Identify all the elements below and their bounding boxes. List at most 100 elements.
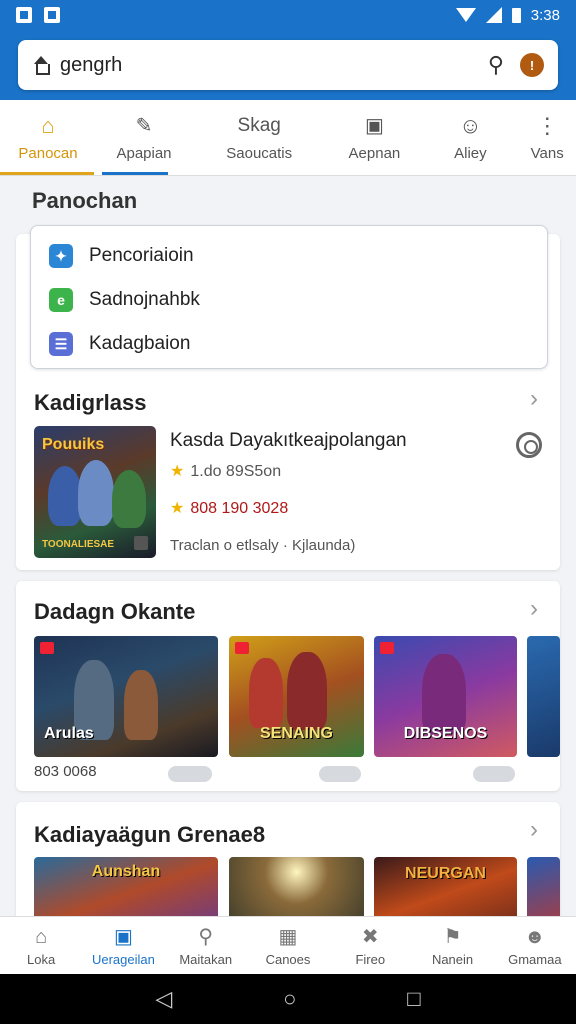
- nav-label: Gmamaa: [508, 951, 562, 967]
- tab-saoucatis[interactable]: Skag Saoucatis: [192, 100, 326, 175]
- tab-aliey[interactable]: ☺ Aliey: [422, 100, 518, 175]
- character-figure: [287, 652, 327, 730]
- row-card: Kadiayaägun Grenae8 › Aunshan NEURGAN: [16, 802, 560, 932]
- nav-label: Canoes: [265, 951, 311, 967]
- more-vert-icon: ⋮: [536, 113, 559, 138]
- row-title: Kadiayaägun Grenae8: [34, 822, 266, 847]
- game-tile[interactable]: DIBSENOS: [374, 636, 517, 757]
- tab-label: Apapian: [116, 145, 172, 162]
- tab-label: Saoucatis: [226, 145, 293, 162]
- tab-apapian[interactable]: ✎ Apapian: [96, 100, 192, 175]
- grid-icon: ▦: [278, 925, 298, 948]
- star-icon: ★: [170, 500, 185, 517]
- chevron-right-icon[interactable]: ›: [530, 816, 538, 844]
- home-outline-icon[interactable]: [32, 56, 50, 75]
- person-icon: ☻: [524, 925, 546, 948]
- game-title: NEURGAN: [405, 865, 486, 882]
- character-figure: [78, 460, 114, 526]
- character-figure: [48, 466, 82, 526]
- featured-image-caption: TOONALIESAE: [42, 539, 115, 550]
- status-time: 3:38: [530, 6, 560, 24]
- game-title: Arulas: [44, 725, 94, 742]
- tab-aepnan[interactable]: ▣ Aepnan: [326, 100, 422, 175]
- recents-icon[interactable]: □: [407, 986, 420, 1012]
- square-icon: ▣: [364, 115, 384, 137]
- nav-loka[interactable]: ⌂ Loka: [0, 917, 82, 974]
- menu-item-kadagbaion[interactable]: ☰ Kadagbaion: [31, 322, 547, 366]
- tab-label: Vans: [530, 145, 564, 162]
- tab-label: Panocan: [18, 145, 78, 162]
- system-nav: ◁ ○ □: [0, 974, 576, 1024]
- tag-icon: [235, 642, 249, 654]
- pill-indicator: [473, 766, 515, 782]
- row-value: 803 0068: [34, 763, 97, 780]
- nav-gmamaa[interactable]: ☻ Gmamaa: [494, 917, 576, 974]
- menu-item-sadnojnahbk[interactable]: e Sadnojnahbk: [31, 278, 547, 322]
- featured-name[interactable]: Kasda Dayakıtkeajpolangan: [170, 430, 407, 452]
- game-title: SENAING: [260, 725, 333, 742]
- home-icon: ⌂: [35, 925, 48, 948]
- profile-badge-icon[interactable]: !: [520, 53, 544, 77]
- back-icon[interactable]: ◁: [155, 986, 172, 1012]
- flag-icon: ⚑: [443, 925, 462, 948]
- doc-edit-icon: ✎: [135, 115, 153, 137]
- character-figure: [249, 658, 283, 728]
- search-icon[interactable]: ⚲: [488, 52, 504, 78]
- nav-canoes[interactable]: ▦ Canoes: [247, 917, 329, 974]
- tab-label: Aliey: [454, 145, 487, 162]
- notification-icon: [16, 7, 32, 23]
- nav-label: Uerageilan: [91, 951, 155, 967]
- game-title: Aunshan: [91, 863, 161, 880]
- rating-text: 1.do 89S5on: [190, 463, 282, 480]
- featured-price: ★ 808 190 3028: [170, 498, 288, 518]
- pill-indicator: [168, 766, 212, 782]
- quick-menu: ✦ Pencoriaioin e Sadnojnahbk ☰ Kadagbaio…: [30, 225, 548, 369]
- game-tile-partial[interactable]: [527, 636, 560, 757]
- search-bar[interactable]: ⚲ !: [18, 40, 558, 90]
- home-circle-icon[interactable]: ○: [283, 986, 296, 1012]
- tab-panocan[interactable]: ⌂ Panocan: [0, 100, 96, 175]
- chat-icon: e: [49, 288, 73, 312]
- section-title: Panochan: [32, 188, 138, 213]
- corner-icon: [134, 536, 148, 550]
- menu-item-label: Pencoriaioin: [89, 245, 194, 266]
- star-icon: ★: [170, 463, 185, 480]
- tab-heading: Skag: [237, 115, 281, 136]
- search-input[interactable]: [60, 53, 488, 77]
- nav-fireo[interactable]: ✖ Fireo: [329, 917, 411, 974]
- nav-maitakan[interactable]: ⚲ Maitakan: [165, 917, 247, 974]
- nav-label: Fireo: [355, 951, 386, 967]
- featured-section-title: Kadigrlass: [34, 390, 147, 415]
- nav-uerageilan[interactable]: ▣ Uerageilan: [82, 917, 164, 974]
- status-bar: 3:38: [0, 0, 576, 30]
- row-title: Dadagn Okante: [34, 599, 196, 624]
- nav-nanein[interactable]: ⚑ Nanein: [411, 917, 493, 974]
- featured-game-image[interactable]: Pouuiks TOONALIESAE: [34, 426, 156, 558]
- game-title: DIBSENOS: [403, 725, 488, 742]
- message-icon: [44, 7, 60, 23]
- chevron-right-icon[interactable]: ›: [530, 595, 538, 623]
- bottom-nav: ⌂ Loka ▣ Uerageilan ⚲ Maitakan ▦ Canoes …: [0, 916, 576, 974]
- chevron-right-icon[interactable]: ›: [530, 385, 538, 413]
- menu-item-label: Kadagbaion: [89, 333, 191, 354]
- window-icon: ▣: [113, 925, 133, 948]
- menu-item-pencoriaioin[interactable]: ✦ Pencoriaioin: [31, 234, 547, 278]
- battery-icon: [511, 7, 521, 23]
- price-text: 808 190 3028: [190, 500, 289, 517]
- wifi-icon: [455, 8, 476, 22]
- search-icon: ⚲: [198, 925, 214, 948]
- character-figure: [422, 654, 466, 734]
- tab-vans[interactable]: ⋮ Vans: [518, 100, 576, 175]
- list-icon: ☰: [49, 332, 73, 356]
- target-icon[interactable]: [516, 432, 542, 458]
- signal-icon: [485, 7, 502, 23]
- game-tile[interactable]: Arulas: [34, 636, 218, 757]
- game-tile[interactable]: SENAING: [229, 636, 364, 757]
- tag-icon: [380, 642, 394, 654]
- pill-indicator: [319, 766, 361, 782]
- featured-meta: Traclan o etlsaly · Kjlaunda): [170, 537, 356, 554]
- character-figure: [112, 470, 146, 528]
- nav-label: Nanein: [431, 951, 474, 967]
- featured-image-title: Pouuiks: [42, 436, 105, 453]
- nav-label: Maitakan: [179, 951, 233, 967]
